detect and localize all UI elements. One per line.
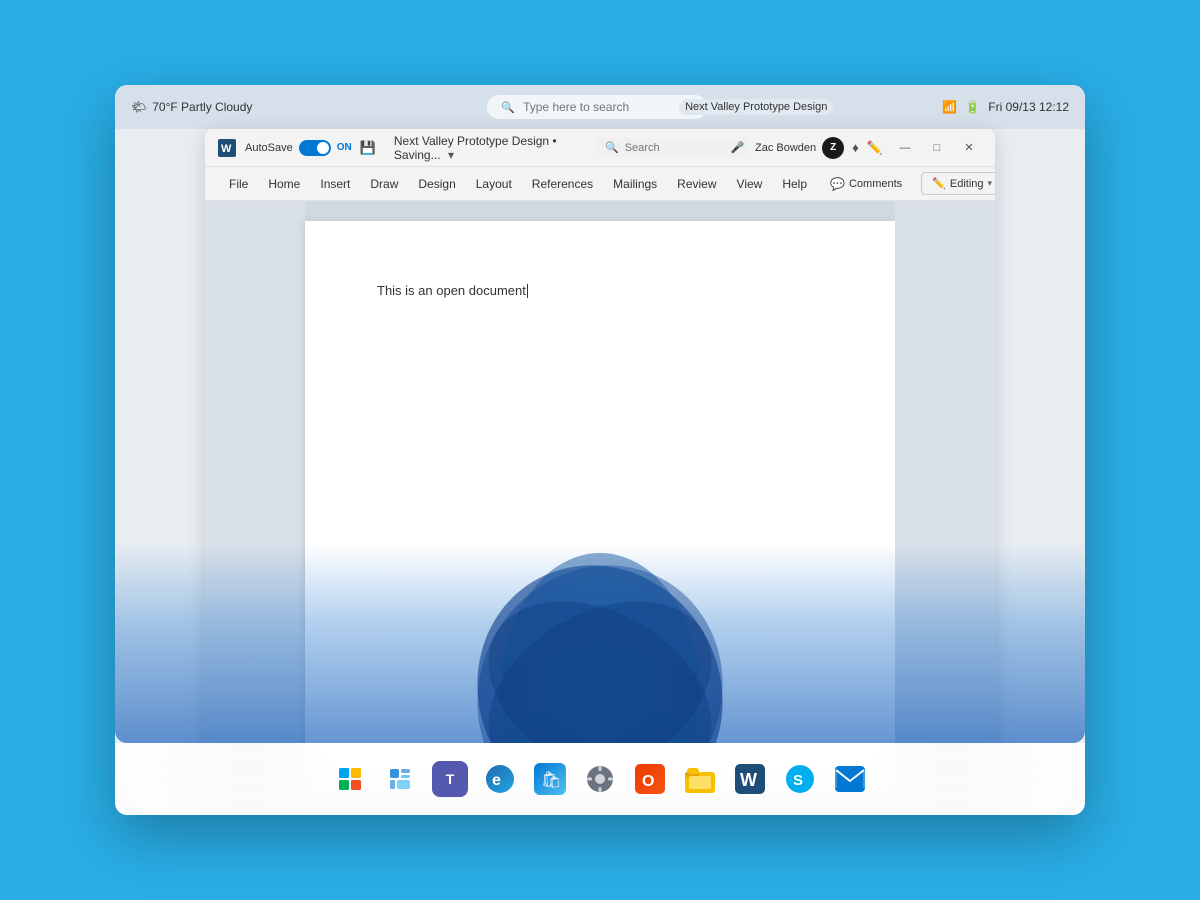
text-cursor	[527, 284, 528, 298]
ribbon-layout[interactable]: Layout	[468, 173, 520, 195]
document-text: This is an open document	[377, 283, 526, 298]
word-search-box[interactable]: 🔍 🎤	[597, 138, 747, 157]
start-button[interactable]	[328, 757, 372, 801]
user-name: Zac Bowden	[755, 142, 816, 154]
autosave-toggle[interactable]	[299, 140, 331, 156]
svg-text:W: W	[221, 143, 232, 155]
ribbon-review[interactable]: Review	[669, 173, 724, 195]
taskbar-search-input[interactable]	[523, 100, 663, 114]
user-initial: Z	[830, 142, 836, 153]
weather-text: 70°F Partly Cloudy	[152, 100, 252, 114]
mic-icon: 🎤	[731, 141, 745, 154]
cloud-save-icon: 💾	[360, 140, 376, 156]
autosave-section: AutoSave ON	[245, 140, 352, 156]
editing-label: Editing	[950, 178, 984, 190]
widgets-button[interactable]	[378, 757, 422, 801]
word-titlebar: W AutoSave ON 💾 Next Valley Prototype De…	[205, 129, 995, 167]
wallpaper-area	[115, 543, 1085, 743]
editing-pen-icon: ✏️	[932, 177, 946, 190]
search-icon: 🔍	[501, 101, 515, 114]
ribbon-draw[interactable]: Draw	[362, 173, 406, 195]
maximize-button[interactable]: □	[923, 137, 951, 159]
taskbar-search-wrap[interactable]: 🔍 Next Valley Prototype Design	[487, 95, 707, 119]
desktop-content: W AutoSave ON 💾 Next Valley Prototype De…	[115, 129, 1085, 815]
svg-text:O: O	[642, 773, 654, 790]
title-dropdown-icon[interactable]: ▾	[448, 148, 454, 162]
editing-dropdown-icon: ▾	[988, 178, 993, 189]
svg-text:🛍: 🛍	[541, 771, 561, 789]
word-search-icon: 🔍	[605, 141, 619, 154]
settings-button[interactable]	[578, 757, 622, 801]
comments-label: Comments	[849, 178, 902, 190]
ribbon-design[interactable]: Design	[410, 173, 463, 195]
battery-icon: 🔋	[965, 100, 980, 114]
weather-icon: 🌤	[131, 100, 146, 114]
user-avatar[interactable]: Z	[822, 137, 844, 159]
taskbar-search-area: 🔍 Next Valley Prototype Design	[264, 95, 930, 119]
word-content-area[interactable]: This is an open document	[377, 281, 823, 302]
document-title-text: Next Valley Prototype Design • Saving...	[394, 134, 557, 162]
ribbon-view[interactable]: View	[729, 173, 771, 195]
ribbon-mailings[interactable]: Mailings	[605, 173, 665, 195]
active-app-label: Next Valley Prototype Design	[679, 99, 833, 115]
minimize-button[interactable]: —	[891, 137, 919, 159]
desktop-window: 🌤 70°F Partly Cloudy 🔍 Next Valley Proto…	[115, 85, 1085, 815]
user-section: Zac Bowden Z	[755, 137, 844, 159]
edge-button[interactable]: e	[478, 757, 522, 801]
designer-icon[interactable]: ♦	[852, 140, 859, 155]
comments-button[interactable]: 💬 Comments	[819, 172, 913, 196]
autosave-state: ON	[337, 142, 352, 153]
close-button[interactable]: ✕	[955, 137, 983, 159]
document-title: Next Valley Prototype Design • Saving...…	[384, 134, 589, 162]
ribbon-help[interactable]: Help	[774, 173, 815, 195]
word-logo-icon: W	[217, 138, 237, 158]
word-search-input[interactable]	[625, 142, 725, 154]
word-taskbar-button[interactable]: W	[728, 757, 772, 801]
wifi-icon: 📶	[942, 100, 957, 114]
store-button[interactable]: 🛍	[528, 757, 572, 801]
ribbon-home[interactable]: Home	[260, 173, 308, 195]
autosave-label: AutoSave	[245, 142, 293, 154]
ribbon-right-controls: 💬 Comments ✏️ Editing ▾ ↑ Share ▾ 📌	[819, 172, 995, 196]
explorer-button[interactable]	[678, 757, 722, 801]
weather-widget: 🌤 70°F Partly Cloudy	[131, 100, 252, 114]
taskbar: T e	[115, 743, 1085, 815]
teams-button[interactable]: T	[428, 757, 472, 801]
windows-topbar: 🌤 70°F Partly Cloudy 🔍 Next Valley Proto…	[115, 85, 1085, 129]
window-controls: — □ ✕	[891, 137, 983, 159]
pen-icon[interactable]: ✏️	[867, 140, 883, 156]
editing-button[interactable]: ✏️ Editing ▾	[921, 172, 995, 195]
teams-icon: T	[432, 761, 468, 797]
svg-text:W: W	[740, 770, 757, 790]
system-tray: 📶 🔋 Fri 09/13 12:12	[942, 100, 1069, 114]
word-ribbon: File Home Insert Draw Design Layout Refe…	[205, 167, 995, 201]
skype-button[interactable]: S	[778, 757, 822, 801]
ribbon-insert[interactable]: Insert	[312, 173, 358, 195]
comments-icon: 💬	[830, 177, 845, 191]
svg-text:S: S	[793, 772, 803, 789]
mail-button[interactable]	[828, 757, 872, 801]
datetime-display: Fri 09/13 12:12	[988, 100, 1069, 114]
ribbon-references[interactable]: References	[524, 173, 601, 195]
svg-text:e: e	[492, 772, 501, 789]
office-button[interactable]: O	[628, 757, 672, 801]
ribbon-file[interactable]: File	[221, 173, 256, 195]
